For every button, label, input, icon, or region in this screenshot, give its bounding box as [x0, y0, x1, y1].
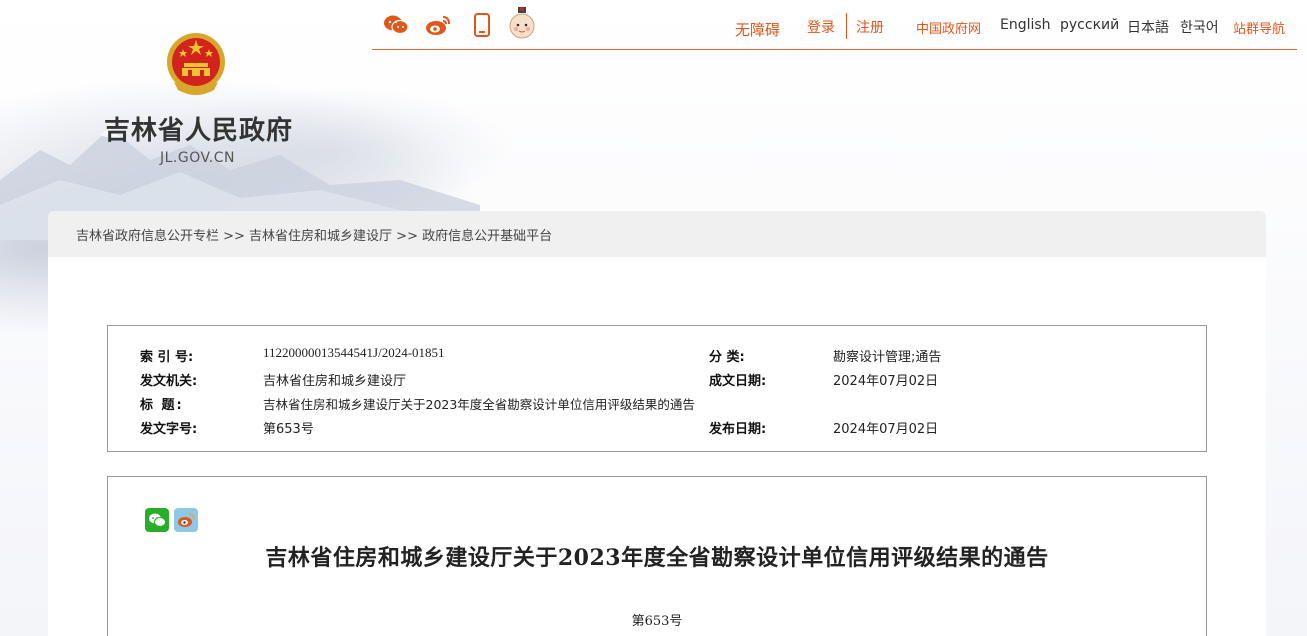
category-label: 分 类:	[709, 350, 745, 365]
site-name[interactable]: 吉林省人民政府	[104, 110, 293, 147]
mascot-icon[interactable]	[507, 6, 537, 40]
login-link[interactable]: 登录	[807, 17, 835, 37]
wechat-icon[interactable]	[383, 12, 409, 38]
index-value: 11220000013544541J/2024-01851	[263, 345, 445, 360]
login-divider	[846, 13, 847, 39]
category-value: 勘察设计管理;通告	[833, 350, 942, 365]
article-doc-number: 第653号	[631, 614, 683, 629]
doc-number-value: 第653号	[263, 422, 314, 437]
korean-link[interactable]: 한국어	[1180, 17, 1219, 37]
index-label: 索 引 号:	[140, 350, 194, 365]
created-date-value: 2024年07月02日	[833, 374, 939, 389]
national-emblem-icon	[167, 33, 225, 95]
japanese-link[interactable]: 日本語	[1127, 17, 1169, 37]
accessibility-link[interactable]: 无障碍	[735, 19, 780, 40]
russian-link[interactable]: русский	[1060, 17, 1119, 33]
mobile-icon[interactable]	[469, 12, 495, 38]
breadcrumb[interactable]: 吉林省政府信息公开专栏 >> 吉林省住房和城乡建设厅 >> 政府信息公开基础平台	[48, 211, 1266, 257]
weibo-share-icon[interactable]	[174, 508, 198, 532]
site-domain: JL.GOV.CN	[160, 150, 235, 166]
sitemap-link[interactable]: 站群导航	[1233, 18, 1285, 37]
title-value: 吉林省住房和城乡建设厅关于2023年度全省勘察设计单位信用评级结果的通告	[263, 397, 695, 412]
issuer-value: 吉林省住房和城乡建设厅	[263, 374, 407, 389]
article-title: 吉林省住房和城乡建设厅关于2023年度全省勘察设计单位信用评级结果的通告	[265, 545, 1049, 571]
central-gov-link[interactable]: 中国政府网	[916, 18, 981, 37]
wechat-share-icon[interactable]	[145, 508, 169, 532]
created-date-label: 成文日期:	[709, 374, 767, 389]
published-date-value: 2024年07月02日	[833, 422, 939, 437]
title-label: 标 题:	[140, 398, 184, 413]
english-link[interactable]: English	[1000, 17, 1051, 33]
weibo-icon[interactable]	[425, 12, 451, 38]
published-date-label: 发布日期:	[709, 422, 767, 437]
doc-number-label: 发文字号:	[140, 422, 198, 437]
register-link[interactable]: 注册	[856, 17, 884, 37]
issuer-label: 发文机关:	[140, 374, 198, 389]
